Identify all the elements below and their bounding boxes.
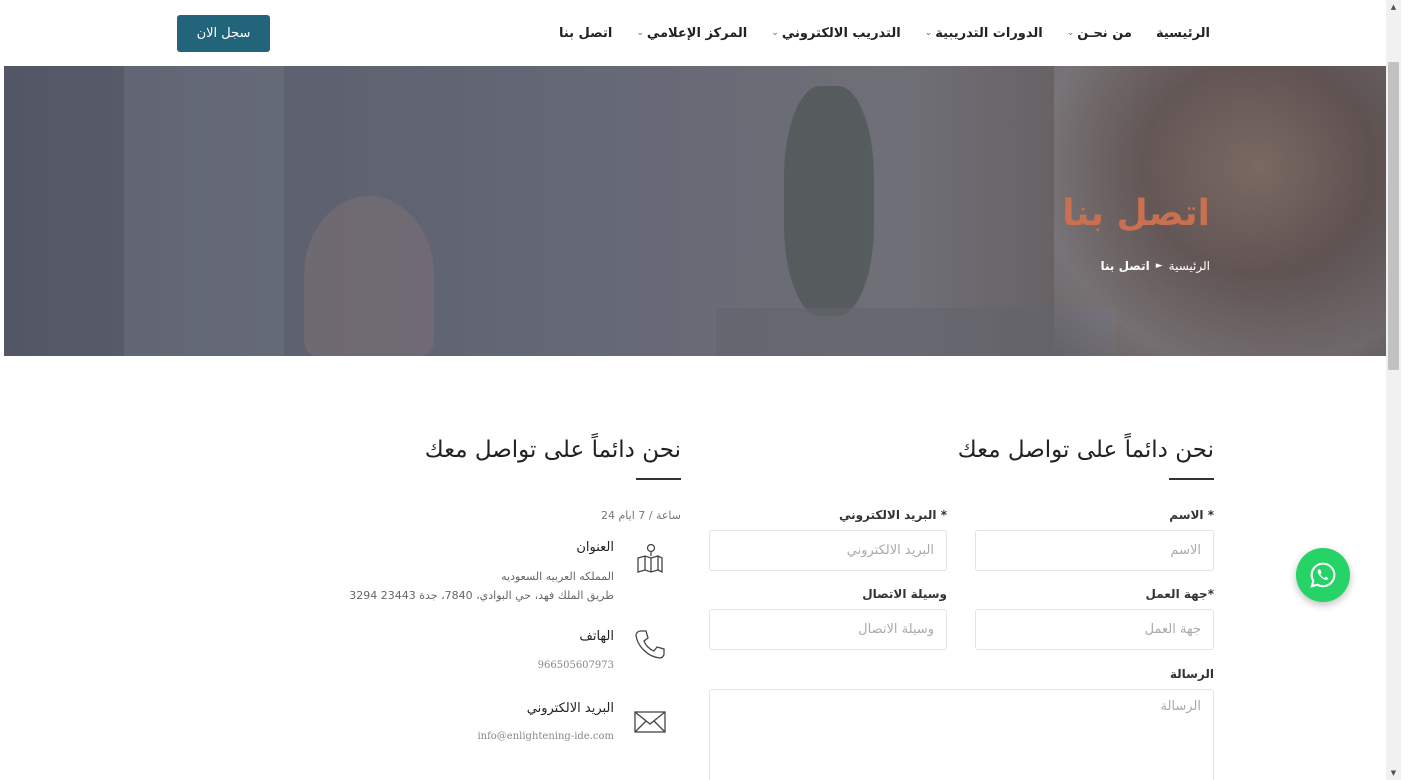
chevron-down-icon: ⌄ xyxy=(924,28,933,38)
main-nav: الرئيسية من نحـن ⌄ الدورات التدريبية ⌄ التدري… xyxy=(559,0,1210,66)
address-line-2: 3294 طريق الملك فهد، حي البوادي، 7840، ج… xyxy=(349,589,614,602)
site-header: الرئيسية من نحـن ⌄ الدورات التدريبية ⌄ التدري… xyxy=(0,0,1410,66)
scroll-down-arrow[interactable]: ▼ xyxy=(1386,766,1401,780)
chevron-down-icon: ⌄ xyxy=(1066,28,1075,38)
name-input[interactable] xyxy=(975,530,1214,571)
page-title: اتصل بنا xyxy=(1062,193,1210,234)
email-value[interactable]: info@enlightening-ide.com xyxy=(477,731,614,742)
address-line-1: المملكه العربيه السعوديه xyxy=(501,570,614,583)
nav-item-label: الرئيسية xyxy=(1155,25,1210,41)
nav-item-label: المركز الإعلامي xyxy=(646,25,748,41)
contact-method-input[interactable] xyxy=(709,609,947,650)
nav-item-elearning[interactable]: التدريب الالكتروني ⌄ xyxy=(771,26,900,41)
envelope-icon xyxy=(634,711,666,733)
nav-item-label: التدريب الالكتروني xyxy=(781,25,901,41)
info-title-underline xyxy=(636,478,681,480)
form-section-title: نحن دائماً على تواصل معك xyxy=(957,437,1214,463)
working-hours: 24 ساعة / 7 ايام xyxy=(600,509,681,522)
register-button[interactable]: سجل الان xyxy=(177,15,270,52)
chevron-down-icon: ⌄ xyxy=(771,28,779,38)
nav-item-label: الدورات التدريبية xyxy=(935,25,1043,41)
breadcrumb: الرئيسية ► اتصل بنا xyxy=(1100,259,1210,273)
whatsapp-button[interactable] xyxy=(1296,548,1350,602)
employer-label: جهة العمل* xyxy=(1145,587,1214,601)
breadcrumb-separator: ► xyxy=(1155,261,1163,271)
nav-item-courses[interactable]: الدورات التدريبية ⌄ xyxy=(925,26,1043,41)
email-input[interactable] xyxy=(709,530,947,571)
scroll-up-arrow[interactable]: ▲ xyxy=(1386,0,1401,14)
breadcrumb-current: اتصل بنا xyxy=(1100,259,1150,273)
contact-method-label: وسيلة الاتصال xyxy=(862,587,947,601)
nav-item-label: من نحـن xyxy=(1077,25,1132,41)
chevron-down-icon: ⌄ xyxy=(636,28,644,38)
phone-heading: الهاتف xyxy=(579,629,614,644)
phone-value[interactable]: 966505607973 xyxy=(538,660,614,671)
scrollbar-thumb[interactable] xyxy=(1388,62,1399,370)
hero-banner: اتصل بنا الرئيسية ► اتصل بنا xyxy=(4,66,1386,356)
breadcrumb-home-link[interactable]: الرئيسية xyxy=(1169,259,1210,273)
employer-input[interactable] xyxy=(975,609,1214,650)
form-title-underline xyxy=(1169,478,1214,480)
whatsapp-icon xyxy=(1310,562,1336,588)
name-label: الاسم * xyxy=(1169,508,1214,522)
info-section-title: نحن دائماً على تواصل معك xyxy=(424,437,681,463)
nav-item-label: اتصل بنا xyxy=(558,25,613,41)
address-heading: العنوان xyxy=(576,540,614,555)
message-textarea[interactable] xyxy=(709,689,1214,780)
nav-item-home[interactable]: الرئيسية xyxy=(1156,26,1210,41)
email-label: البريد الالكتروني * xyxy=(838,508,947,522)
message-label: الرسالة xyxy=(1169,667,1214,681)
map-icon xyxy=(637,543,663,574)
nav-item-about[interactable]: من نحـن ⌄ xyxy=(1067,26,1132,41)
email-heading: البريد الالكتروني xyxy=(526,701,614,716)
nav-item-contact[interactable]: اتصل بنا xyxy=(559,26,612,41)
phone-icon xyxy=(635,630,665,659)
nav-item-media-center[interactable]: المركز الإعلامي ⌄ xyxy=(636,26,747,41)
